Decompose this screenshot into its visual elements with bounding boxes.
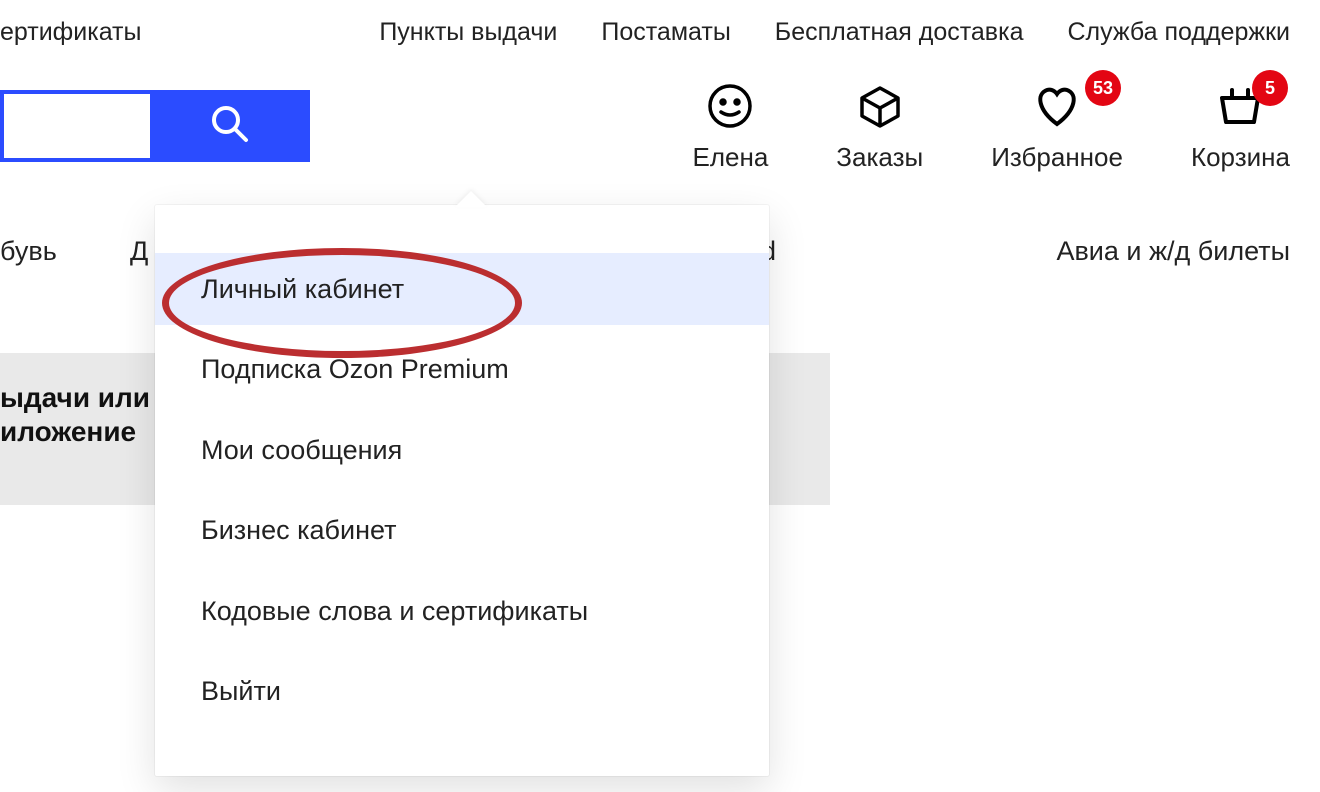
category-shoes-fragment[interactable]: бувь (0, 236, 57, 267)
top-links: Пункты выдачи Постаматы Бесплатная доста… (379, 18, 1290, 47)
header-cart-label: Корзина (1191, 142, 1290, 173)
heart-icon (1027, 76, 1087, 136)
header-cart[interactable]: 5 Корзина (1191, 76, 1290, 173)
search-button[interactable] (150, 90, 310, 162)
banner-line1: ыдачи или (0, 381, 150, 415)
header-favorites[interactable]: 53 Избранное (991, 76, 1123, 173)
top-link-free-delivery[interactable]: Бесплатная доставка (775, 18, 1024, 47)
top-link-certificates-fragment[interactable]: ертификаты (0, 18, 141, 47)
dropdown-item-account[interactable]: Личный кабинет (155, 253, 769, 325)
face-icon (700, 76, 760, 136)
dropdown-item-logout[interactable]: Выйти (155, 655, 769, 727)
dropdown-item-messages[interactable]: Мои сообщения (155, 414, 769, 486)
dropdown-item-codes[interactable]: Кодовые слова и сертификаты (155, 575, 769, 647)
search-input[interactable] (0, 90, 150, 162)
banner-line2: иложение (0, 415, 150, 449)
favorites-badge: 53 (1085, 70, 1121, 106)
category-d-fragment[interactable]: Д (130, 236, 148, 267)
dropdown-item-premium[interactable]: Подписка Ozon Premium (155, 333, 769, 405)
header-favorites-label: Избранное (991, 142, 1123, 173)
category-avia[interactable]: Авиа и ж/д билеты (1056, 236, 1290, 267)
search-bar (0, 90, 310, 162)
header-user-label: Елена (693, 142, 769, 173)
top-link-lockers[interactable]: Постаматы (601, 18, 730, 47)
user-dropdown: Личный кабинет Подписка Ozon Premium Мои… (155, 205, 769, 776)
cart-badge: 5 (1252, 70, 1288, 106)
dropdown-item-business[interactable]: Бизнес кабинет (155, 494, 769, 566)
top-link-support[interactable]: Служба поддержки (1067, 18, 1290, 47)
header-actions: Елена Заказы 53 Избранное 5 (693, 76, 1291, 173)
search-icon (206, 100, 254, 153)
box-icon (850, 76, 910, 136)
header-orders[interactable]: Заказы (836, 76, 923, 173)
header-user[interactable]: Елена (693, 76, 769, 173)
header-orders-label: Заказы (836, 142, 923, 173)
banner-text: ыдачи или иложение (0, 381, 150, 448)
top-link-pickup[interactable]: Пункты выдачи (379, 18, 557, 47)
